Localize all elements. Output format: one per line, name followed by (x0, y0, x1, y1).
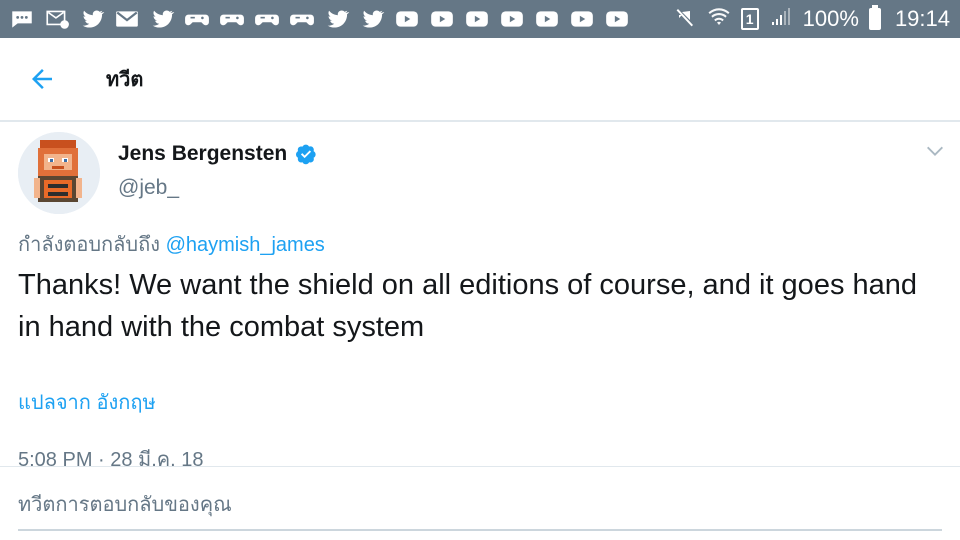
reply-bar (0, 466, 960, 540)
app-header: ทวีต (0, 38, 960, 122)
reply-input[interactable] (18, 487, 942, 531)
youtube-icon (463, 5, 491, 33)
youtube-icon (498, 5, 526, 33)
minecraft-skin-avatar-icon (18, 132, 100, 214)
tweet-text: Thanks! We want the shield on all editio… (18, 269, 918, 343)
mute-icon (673, 5, 697, 34)
message-icon (8, 5, 36, 33)
game-controller-icon (183, 5, 211, 33)
tweet-options-button[interactable] (920, 138, 950, 164)
clock: 19:14 (894, 6, 950, 31)
signal-icon (769, 5, 793, 34)
reply-prefix: กำลังตอบกลับถึง (18, 234, 160, 256)
system-status: 1 100% 19:14 (673, 0, 960, 38)
game-controller-icon (253, 5, 281, 33)
back-button[interactable] (12, 49, 72, 109)
battery-icon (868, 5, 881, 30)
youtube-icon (428, 5, 456, 33)
tweet-timestamp: 5:08 PM · 28 มี.ค. 18 (18, 449, 204, 466)
youtube-icon (393, 5, 421, 33)
arrow-left-icon (32, 69, 52, 89)
status-bar: 1 100% 19:14 (0, 0, 960, 38)
game-controller-icon (218, 5, 246, 33)
page-title: ทวีต (106, 69, 144, 91)
game-controller-icon (288, 5, 316, 33)
mail-icon (113, 5, 141, 33)
battery-percent: 100% (802, 6, 859, 31)
author-handle[interactable]: @jeb_ (118, 176, 179, 200)
youtube-icon (533, 5, 561, 33)
verified-badge-icon (295, 143, 317, 165)
twitter-icon (148, 5, 176, 33)
youtube-icon (568, 5, 596, 33)
author-name[interactable]: Jens Bergensten (118, 142, 317, 166)
youtube-icon (603, 5, 631, 33)
author-name-text: Jens Bergensten (118, 142, 288, 165)
twitter-icon (323, 5, 351, 33)
sim-indicator: 1 (740, 8, 759, 30)
email-icon (43, 5, 71, 33)
chevron-down-icon (927, 146, 943, 156)
twitter-icon (78, 5, 106, 33)
wifi-icon (707, 5, 731, 34)
reply-context: กำลังตอบกลับถึง @haymish_james (18, 228, 325, 260)
twitter-icon (358, 5, 386, 33)
translate-link[interactable]: แปลจาก อังกฤษ (18, 386, 156, 418)
reply-mention-link[interactable]: @haymish_james (166, 234, 325, 256)
notification-icons (0, 0, 631, 38)
avatar[interactable] (18, 132, 100, 214)
